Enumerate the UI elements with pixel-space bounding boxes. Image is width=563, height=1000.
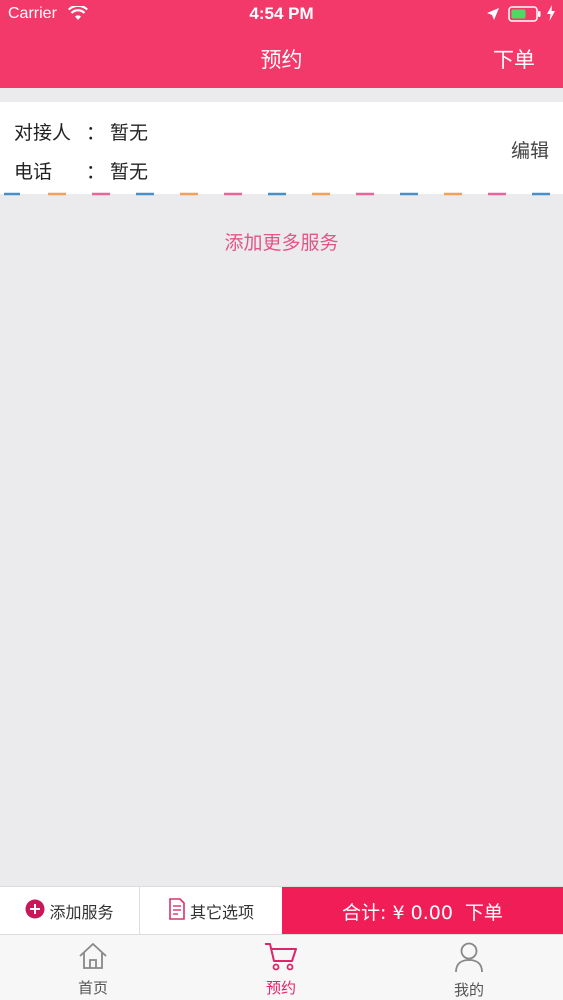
plus-circle-icon — [25, 899, 45, 923]
battery-icon — [508, 6, 542, 26]
tab-label: 首页 — [77, 979, 108, 997]
separator: ： — [86, 161, 106, 183]
charging-bolt-icon — [546, 5, 556, 25]
tab-mine[interactable]: 我的 — [409, 941, 529, 1000]
contact-label: 对接人 — [14, 122, 72, 144]
add-service-button[interactable]: 添加服务 — [0, 887, 140, 935]
contact-row: 对接人 ：暂无 — [14, 118, 148, 145]
phone-label: 电话 — [14, 161, 53, 183]
contact-value: 暂无 — [110, 122, 149, 144]
nav-order-button[interactable]: 下单 — [493, 44, 535, 74]
tab-label: 预约 — [265, 979, 296, 997]
action-bar: 添加服务 其它选项 合计: ¥ 0.00 下单 — [0, 886, 563, 935]
clock: 4:54 PM — [249, 4, 314, 23]
tab-bar: 首页 预约 我的 — [0, 934, 563, 1000]
envelope-border — [4, 192, 550, 196]
total-amount: 合计: ¥ 0.00 — [342, 901, 453, 924]
phone-row: 电话 ：暂无 — [14, 157, 148, 184]
separator: ： — [86, 122, 106, 144]
other-options-button[interactable]: 其它选项 — [140, 887, 282, 935]
edit-button[interactable]: 编辑 — [511, 136, 549, 163]
checkout-button[interactable]: 合计: ¥ 0.00 下单 — [282, 887, 563, 935]
header: Carrier 4:54 PM 预约 下单 — [0, 0, 563, 88]
home-icon — [77, 943, 109, 975]
status-bar: Carrier 4:54 PM — [0, 0, 563, 28]
add-more-services-link[interactable]: 添加更多服务 — [0, 228, 563, 255]
contact-card: 对接人 ：暂无 电话 ：暂无 编辑 — [0, 102, 563, 194]
location-arrow-icon — [486, 6, 500, 25]
tab-home[interactable]: 首页 — [33, 941, 153, 998]
phone-value: 暂无 — [110, 161, 149, 183]
add-service-label: 添加服务 — [49, 903, 114, 922]
user-icon — [454, 942, 484, 977]
other-options-label: 其它选项 — [189, 903, 254, 922]
checkout-label: 下单 — [464, 901, 503, 924]
tab-label: 我的 — [453, 981, 484, 999]
tab-booking[interactable]: 预约 — [221, 941, 341, 998]
document-icon — [168, 898, 186, 924]
cart-icon — [263, 943, 299, 975]
page-title: 预约 — [260, 48, 303, 72]
